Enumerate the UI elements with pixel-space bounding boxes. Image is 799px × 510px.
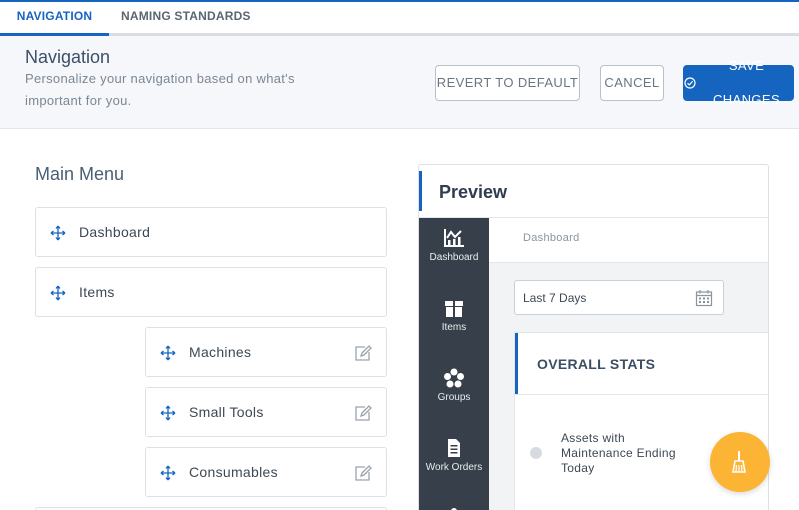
gift-box-icon [445,301,463,317]
preview-header: Preview [419,165,768,218]
preview-title: Preview [439,182,508,202]
dashboard-chart-icon [444,229,464,247]
move-icon[interactable] [160,405,176,421]
info-icon [530,447,542,459]
menu-item-label: Consumables [189,464,278,480]
menu-item-label: Small Tools [189,404,264,420]
preview-sidebar: Dashboard Items Groups Work Orders [419,218,489,510]
page-title: Navigation [25,47,111,67]
preview-nav-label: Groups [437,392,471,403]
menu-item-consumables[interactable]: Consumables [145,447,387,497]
tab-bar: NAVIGATION NAMING STANDARDS [0,0,799,36]
menu-item-small-tools[interactable]: Small Tools [145,387,387,437]
menu-item-dashboard[interactable]: Dashboard [35,207,387,257]
edit-icon[interactable] [354,344,372,362]
document-icon [448,439,460,457]
preview-nav-work-orders[interactable]: Work Orders [419,438,489,473]
cancel-button[interactable]: CANCEL [600,65,664,101]
page-header: Navigation Personalize your navigation b… [0,36,799,129]
menu-item-label: Items [79,284,115,300]
preview-date-value: Last 7 Days [523,291,587,305]
tab-naming-standards[interactable]: NAMING STANDARDS [121,2,251,33]
preview-nav-label: Dashboard [429,252,479,263]
move-icon[interactable] [50,225,66,241]
move-icon[interactable] [160,465,176,481]
preview-breadcrumb: Dashboard [523,232,580,244]
save-changes-button[interactable]: SAVE CHANGES [683,58,794,107]
move-icon[interactable] [160,345,176,361]
flower-icon [444,368,464,388]
menu-item-items[interactable]: Items [35,267,387,317]
menu-item-label: Machines [189,344,252,360]
move-icon[interactable] [50,285,66,301]
tab-navigation[interactable]: NAVIGATION [0,2,109,36]
floating-action-button[interactable] [710,432,770,492]
check-circle-icon [684,77,696,89]
calendar-icon[interactable] [695,289,713,307]
preview-stat-label: Assets with Maintenance Ending Today [561,431,676,475]
page-description: Personalize your navigation based on wha… [25,71,295,108]
preview-nav-label: Items [441,322,467,333]
save-changes-label: SAVE CHANGES [712,58,781,107]
preview-nav-items[interactable]: Items [419,298,489,333]
preview-nav-label: Work Orders [425,462,483,473]
preview-nav-groups[interactable]: Groups [419,368,489,403]
menu-item-label: Dashboard [79,224,151,240]
preview-breadcrumb-bar: Dashboard [489,218,768,263]
edit-icon[interactable] [354,464,372,482]
broom-icon [732,451,746,473]
main-menu-title: Main Menu [35,164,125,184]
edit-icon[interactable] [354,404,372,422]
preview-stats-header: OVERALL STATS [515,333,768,395]
preview-nav-dashboard[interactable]: Dashboard [419,228,489,263]
preview-date-picker[interactable]: Last 7 Days [514,280,724,315]
preview-stats-title: OVERALL STATS [537,356,656,372]
revert-to-default-button[interactable]: REVERT TO DEFAULT [435,65,580,101]
menu-item-machines[interactable]: Machines [145,327,387,377]
